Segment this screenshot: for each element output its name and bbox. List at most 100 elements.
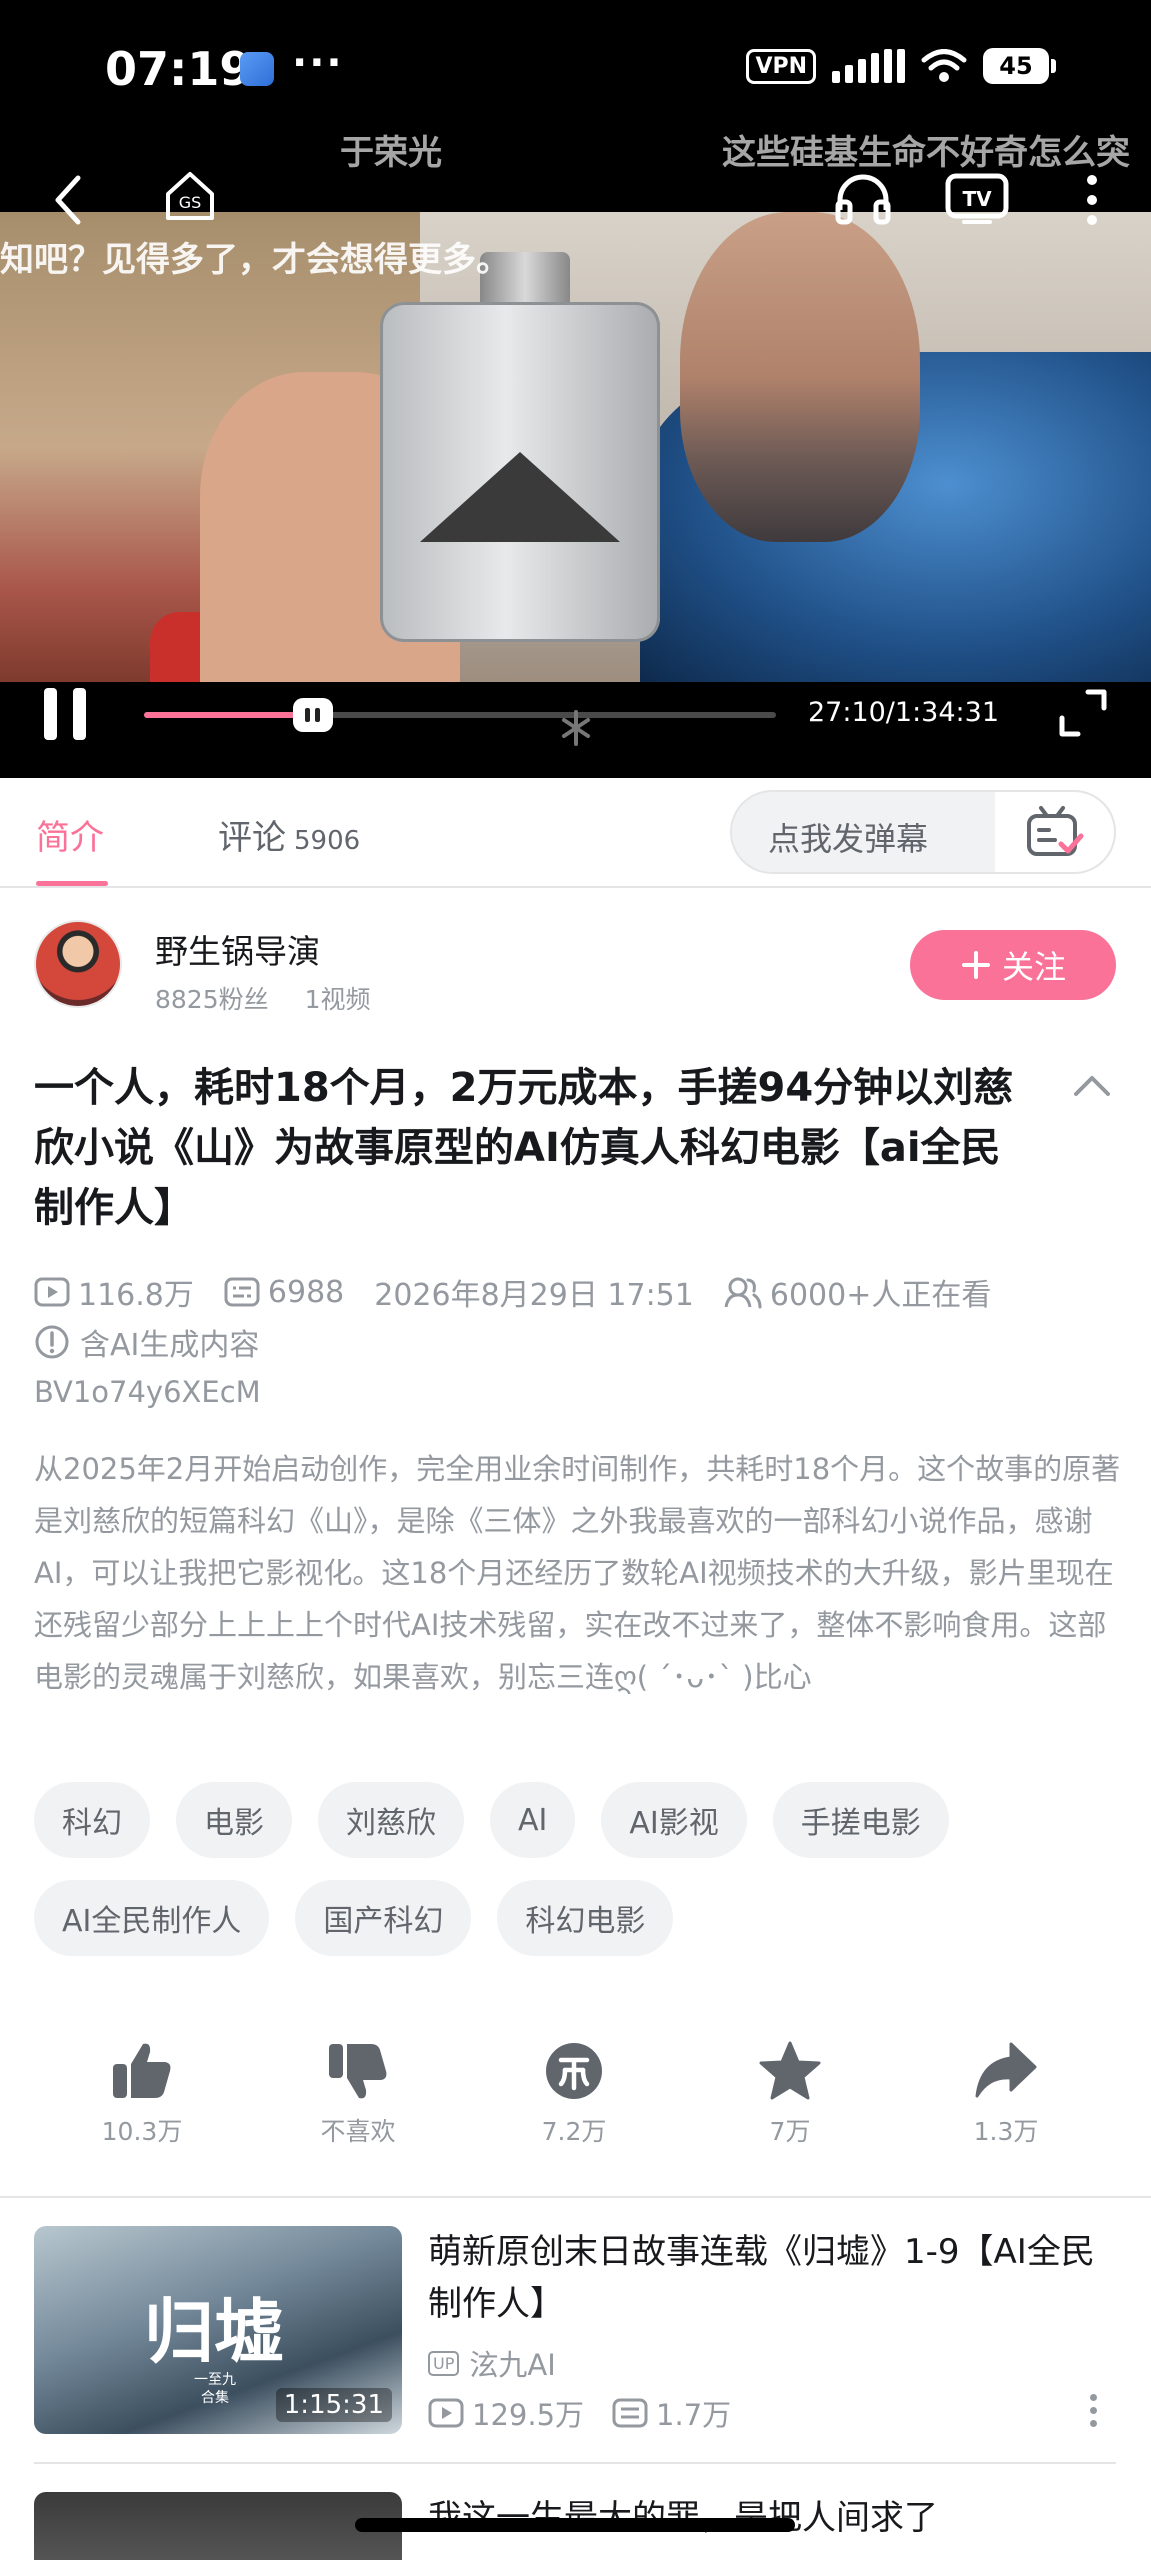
battery-icon: 45 — [983, 48, 1056, 84]
coin-icon — [546, 2043, 602, 2099]
list-divider — [34, 2462, 1116, 2464]
play-count-icon — [428, 2398, 464, 2428]
share-arrow-icon — [975, 2042, 1037, 2098]
video-frame[interactable] — [0, 212, 1151, 682]
headphones-icon[interactable] — [832, 170, 894, 226]
tag-item[interactable]: 电影 — [176, 1782, 292, 1858]
mountain-emblem — [420, 452, 620, 542]
status-bar: 07:19 ··· VPN 45 — [0, 0, 1151, 130]
more-notifications-icon: ··· — [292, 40, 344, 86]
ai-content-note: 含AI生成内容 — [34, 1320, 259, 1364]
plus-icon — [961, 951, 990, 979]
video-title: 一个人，耗时18个月，2万元成本，手搓94分钟以刘慈欣小说《山》为故事原型的AI… — [34, 1065, 1014, 1231]
danmaku-settings-button[interactable] — [995, 790, 1116, 874]
svg-text:GS: GS — [179, 193, 202, 212]
home-indicator[interactable] — [355, 2518, 795, 2532]
danmaku-placeholder: 点我发弹幕 — [768, 820, 929, 858]
share-button[interactable]: 1.3万 — [926, 2040, 1086, 2148]
tab-underline — [36, 881, 108, 886]
video-duration: 1:15:31 — [275, 2388, 392, 2422]
thumbs-up-icon — [113, 2043, 171, 2098]
tv-cast-icon[interactable]: TV — [944, 170, 1010, 226]
more-vertical-icon[interactable] — [1088, 2394, 1098, 2434]
tag-item[interactable]: 手搓电影 — [772, 1782, 949, 1858]
home-icon[interactable]: GS — [162, 168, 218, 224]
uploader-videos: 1视频 — [304, 985, 371, 1014]
publish-date: 2026年8月29日 17:51 — [374, 1278, 694, 1313]
recommended-video-thumbnail[interactable]: 归墟 一至九 合集 1:15:31 — [34, 2226, 402, 2434]
dislike-label: 不喜欢 — [320, 2117, 396, 2146]
danmaku-comment: 这些硅基生命不好奇怎么突 — [722, 133, 1130, 173]
recommended-stats: 129.5万 1.7万 — [428, 2392, 731, 2434]
danmaku-count: 6988 — [267, 1274, 345, 1310]
star-icon — [759, 2041, 821, 2100]
danmaku-settings-icon — [1026, 806, 1083, 856]
favorite-count: 7万 — [769, 2117, 811, 2146]
tab-intro[interactable]: 简介 — [36, 810, 104, 859]
tag-item[interactable]: 刘慈欣 — [318, 1782, 464, 1858]
tag-item[interactable]: 科幻电影 — [497, 1880, 674, 1956]
coin-button[interactable]: 7.2万 — [494, 2040, 654, 2148]
action-bar: 10.3万 不喜欢 7.2万 7万 1.3万 — [0, 2040, 1151, 2190]
up-badge-icon: UP — [428, 2350, 460, 2376]
tag-item[interactable]: AI影视 — [601, 1782, 747, 1858]
status-time: 07:19 — [105, 42, 252, 96]
viewers-icon — [724, 1277, 762, 1309]
uploader-avatar[interactable] — [34, 920, 122, 1008]
tab-comments[interactable]: 评论 5906 — [218, 810, 360, 859]
tag-item[interactable]: AI — [490, 1782, 576, 1858]
bvid[interactable]: BV1o74y6XEcM — [34, 1375, 261, 1409]
recommended-views: 129.5万 — [472, 2398, 585, 2432]
bearded-face — [680, 212, 920, 542]
progress-thumb[interactable] — [292, 698, 333, 732]
thumbnail-sub-text: 一至九 合集 — [194, 2372, 236, 2406]
follow-button[interactable]: 关注 — [910, 930, 1116, 1000]
ai-note-text: 含AI生成内容 — [80, 1328, 260, 1363]
progress-fill — [144, 712, 313, 718]
play-count-icon — [34, 1277, 70, 1307]
like-button[interactable]: 10.3万 — [62, 2040, 222, 2148]
tag-item[interactable]: AI全民制作人 — [34, 1880, 270, 1956]
uploader-fans: 8825粉丝 — [155, 985, 269, 1014]
pause-icon[interactable] — [42, 688, 88, 740]
progress-track[interactable] — [144, 712, 776, 718]
battery-level: 45 — [983, 48, 1049, 84]
recommended-uploader-name: 泫九AI — [469, 2348, 556, 2382]
danmaku-comment: 于荣光 — [340, 133, 442, 173]
info-icon — [35, 1325, 69, 1359]
tag-list: 科幻 电影 刘慈欣 AI AI影视 手搓电影 AI全民制作人 国产科幻 科幻电影 — [34, 1782, 1124, 1956]
recommended-video-title[interactable]: 萌新原创末日故事连载《归墟》1-9【AI全民制作人】 — [428, 2226, 1118, 2330]
comment-count: 5906 — [294, 826, 361, 856]
danmaku-count-icon — [612, 2398, 648, 2428]
time-code: 27:10/1:34:31 — [808, 697, 999, 728]
thumbnail-title-text: 归墟 — [144, 2290, 284, 2373]
recommended-danmaku: 1.7万 — [656, 2398, 732, 2432]
section-divider — [0, 2196, 1151, 2198]
svg-text:TV: TV — [962, 187, 992, 211]
coin-count: 7.2万 — [541, 2117, 607, 2146]
tag-item[interactable]: 科幻 — [34, 1782, 150, 1858]
favorite-button[interactable]: 7万 — [710, 2040, 870, 2148]
signal-icon — [832, 49, 905, 83]
view-count: 116.8万 — [78, 1278, 194, 1313]
next-video-thumbnail[interactable] — [34, 2492, 402, 2560]
more-options-icon[interactable] — [1082, 172, 1102, 228]
tag-item[interactable]: 国产科幻 — [295, 1880, 472, 1956]
tab-comments-label: 评论 — [218, 818, 286, 858]
danmaku-comment: 知吧？见得多了，才会想得更多。 — [0, 240, 510, 280]
follow-label: 关注 — [1001, 948, 1066, 986]
back-arrow-icon[interactable] — [48, 172, 88, 228]
uploader-name[interactable]: 野生锅导演 — [155, 925, 320, 973]
app-notification-icon — [240, 52, 274, 86]
thumbs-down-icon — [329, 2044, 387, 2099]
share-count: 1.3万 — [973, 2117, 1039, 2146]
dislike-button[interactable]: 不喜欢 — [278, 2040, 438, 2148]
fullscreen-icon[interactable] — [1058, 688, 1108, 738]
recommended-uploader[interactable]: UP 泫九AI — [428, 2342, 556, 2384]
uploader-meta: 8825粉丝 1视频 — [155, 980, 370, 1016]
vpn-badge: VPN — [746, 48, 816, 84]
wifi-icon — [921, 49, 967, 82]
chevron-up-icon[interactable] — [1070, 1070, 1114, 1100]
danmaku-count-icon — [224, 1277, 260, 1307]
highlight-marker-icon — [562, 710, 590, 746]
